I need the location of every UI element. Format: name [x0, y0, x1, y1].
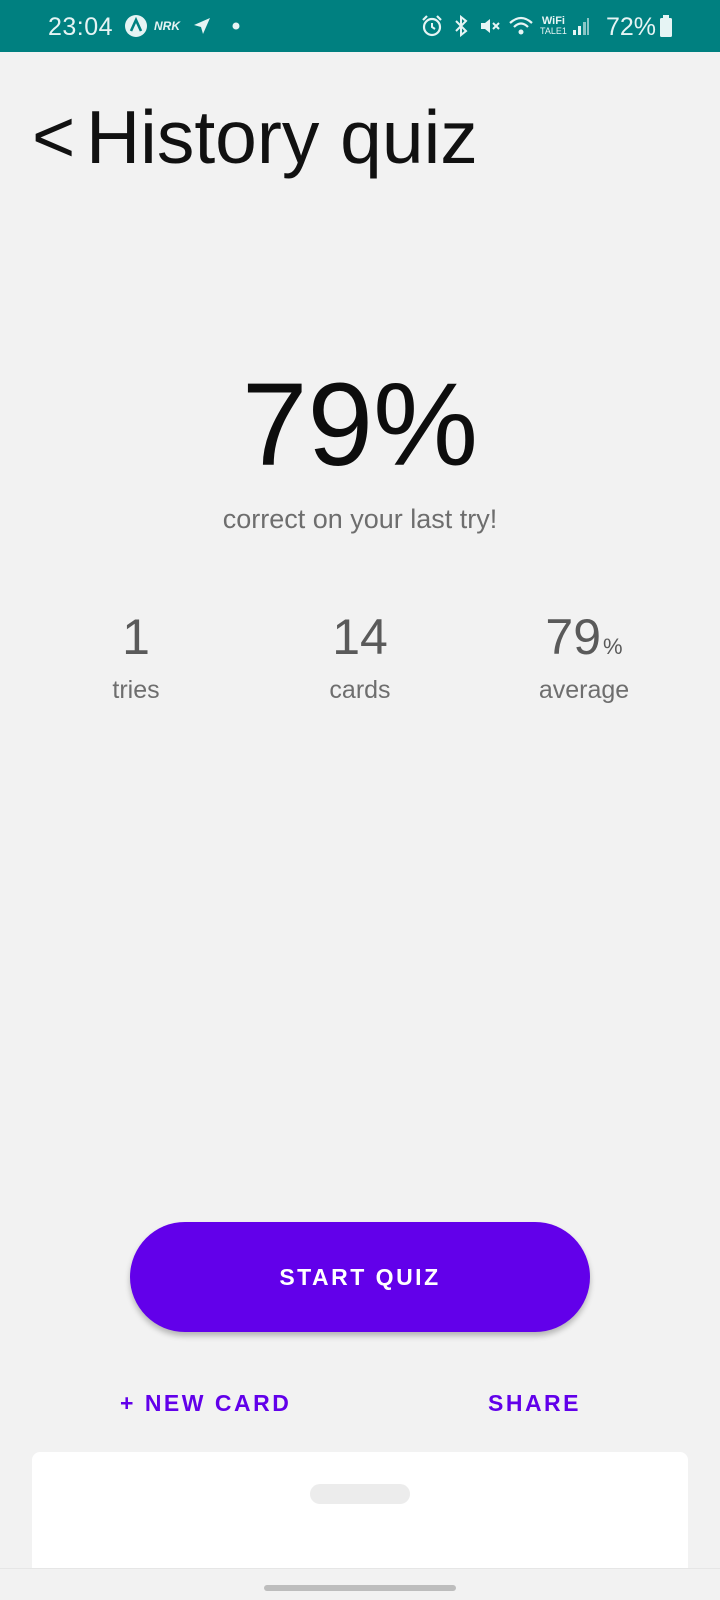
wifi-label: WiFi TALE1: [540, 14, 567, 38]
start-quiz-button[interactable]: START QUIZ: [130, 1222, 590, 1332]
share-button[interactable]: SHARE: [488, 1383, 581, 1423]
score-caption: correct on your last try!: [222, 504, 498, 534]
stat-average-number: 79: [545, 609, 602, 665]
page-header: < History quiz: [32, 92, 478, 182]
app-a-icon: [124, 14, 148, 38]
stat-cards: 14 cards: [250, 612, 470, 705]
stat-cards-number: 14: [332, 609, 388, 665]
dot-icon: [232, 14, 240, 38]
stat-average-unit: %: [603, 634, 623, 659]
stat-average-label: average: [538, 676, 630, 704]
page-title: History quiz: [86, 94, 478, 179]
alarm-icon: [420, 14, 444, 38]
location-arrow-icon: [192, 14, 212, 38]
navigation-bar: [0, 1568, 720, 1600]
stat-average: 79% average: [474, 612, 694, 705]
bluetooth-icon: [452, 14, 470, 38]
status-bar: 23:04 NRK WiFi TALE1 72%: [0, 0, 720, 52]
status-time: 23:04: [48, 13, 114, 41]
new-card-button[interactable]: + NEW CARD: [120, 1383, 291, 1423]
stat-cards-value: 14: [250, 612, 470, 662]
battery-icon: [660, 14, 672, 38]
stat-tries-number: 1: [122, 609, 150, 665]
score-percent: 79%: [241, 359, 479, 491]
wifi-icon: [508, 14, 534, 38]
stat-average-value: 79%: [474, 612, 694, 662]
signal-icon: [572, 14, 590, 38]
stat-tries-label: tries: [112, 676, 160, 704]
nrk-icon: NRK: [154, 19, 180, 33]
home-indicator[interactable]: [264, 1585, 456, 1591]
back-icon[interactable]: <: [32, 100, 75, 174]
stat-tries: 1 tries: [26, 612, 246, 705]
battery-percent: 72%: [606, 13, 657, 41]
stat-tries-value: 1: [26, 612, 246, 662]
drag-handle[interactable]: [310, 1484, 410, 1504]
wifi-sub-text: TALE1: [540, 26, 567, 36]
wifi-label-text: WiFi: [541, 15, 565, 27]
mute-icon: [478, 14, 502, 38]
stat-cards-label: cards: [329, 676, 391, 704]
